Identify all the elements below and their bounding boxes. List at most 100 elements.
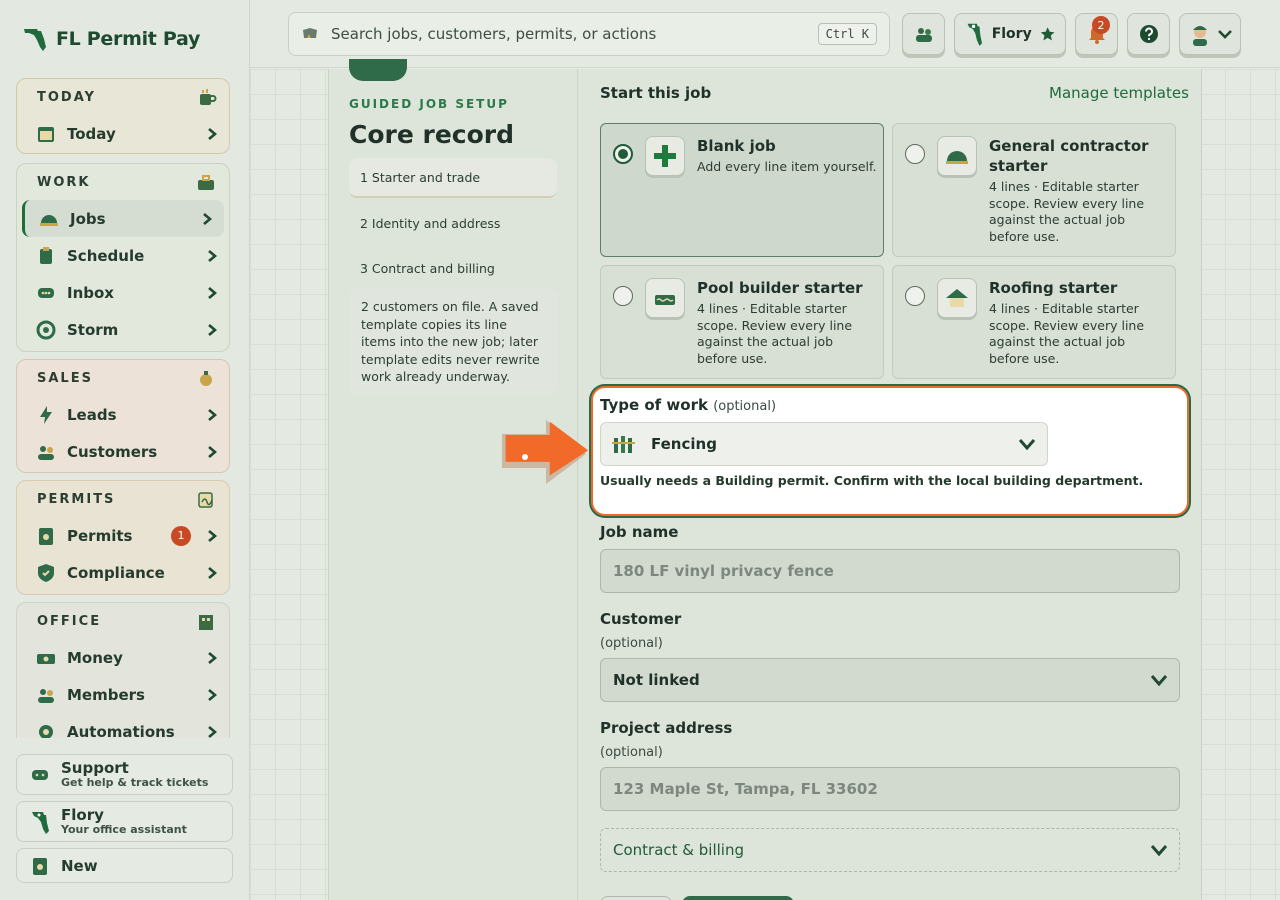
address-input[interactable] bbox=[600, 767, 1180, 811]
quick-actions-button[interactable] bbox=[902, 13, 945, 55]
card-title: Roofing starter bbox=[989, 279, 1118, 297]
sidebar-item-permits[interactable]: Permits 1 bbox=[17, 517, 229, 554]
step-contract-and-billing[interactable]: 3 Contract and billing bbox=[349, 248, 557, 288]
coffee-icon bbox=[200, 89, 217, 105]
card-title: Blank job bbox=[697, 137, 776, 155]
permits-count-badge: 1 bbox=[171, 525, 191, 546]
starter-card-roofing[interactable]: Roofing starter 4 lines · Editable start… bbox=[892, 265, 1176, 379]
lightning-icon bbox=[40, 405, 52, 424]
notification-count-badge: 2 bbox=[1092, 16, 1110, 34]
star-icon bbox=[1040, 27, 1055, 41]
setup-eyebrow: GUIDED JOB SETUP bbox=[349, 97, 509, 111]
building-icon bbox=[199, 615, 213, 630]
sidebar-item-automations[interactable]: Automations bbox=[17, 713, 229, 738]
back-button[interactable] bbox=[600, 896, 672, 900]
card-description: Add every line item yourself. bbox=[697, 159, 877, 174]
customer-optional: (optional) bbox=[600, 636, 663, 651]
sidebar-item-label: Automations bbox=[67, 722, 175, 739]
sidebar-item-customers[interactable]: Customers bbox=[17, 433, 229, 470]
search-icon bbox=[303, 28, 317, 38]
chevron-right-icon bbox=[208, 445, 217, 458]
chevron-down-icon bbox=[1151, 845, 1167, 856]
brand[interactable]: FL Permit Pay bbox=[22, 24, 200, 54]
starter-card-blank[interactable]: Blank job Add every line item yourself. bbox=[600, 123, 884, 257]
radio-blank-job[interactable] bbox=[613, 144, 633, 164]
nav-group-today: TODAY Today bbox=[16, 78, 230, 154]
sidebar-item-compliance[interactable]: Compliance bbox=[17, 554, 229, 591]
new-doc-icon bbox=[33, 857, 47, 875]
continue-button[interactable] bbox=[682, 896, 794, 900]
support-title: Support bbox=[61, 759, 129, 777]
group-title: PERMITS bbox=[37, 491, 116, 507]
radio-general-contractor[interactable] bbox=[905, 144, 925, 164]
sidebar-item-schedule[interactable]: Schedule bbox=[17, 237, 229, 274]
help-button[interactable] bbox=[1127, 13, 1170, 55]
search-input[interactable] bbox=[331, 25, 806, 43]
sidebar-item-leads[interactable]: Leads bbox=[17, 396, 229, 433]
sidebar-item-label: Money bbox=[67, 648, 123, 667]
sidebar-item-label: Inbox bbox=[67, 283, 114, 302]
account-menu-button[interactable] bbox=[1179, 13, 1241, 55]
panel-tab-marker bbox=[349, 59, 407, 81]
people-icon bbox=[915, 28, 932, 42]
card-title: Pool builder starter bbox=[697, 279, 863, 297]
sidebar-item-members[interactable]: Members bbox=[17, 676, 229, 713]
radio-roofing[interactable] bbox=[905, 286, 925, 306]
support-chat-icon bbox=[32, 769, 48, 780]
customer-label: Customer bbox=[600, 610, 682, 628]
type-of-work-value: Fencing bbox=[651, 435, 717, 453]
people-icon bbox=[38, 445, 54, 460]
nav-group-permits: PERMITS Permits 1 Compliance bbox=[16, 480, 230, 595]
flory-assistant-button[interactable]: Flory Your office assistant bbox=[16, 801, 233, 842]
topbar: Ctrl K Flory 2 bbox=[250, 0, 1280, 68]
chevron-right-icon bbox=[208, 249, 217, 262]
new-title: New bbox=[61, 856, 98, 875]
sidebar-item-storm[interactable]: Storm bbox=[17, 311, 229, 348]
global-search[interactable]: Ctrl K bbox=[288, 12, 890, 56]
hardhat-icon bbox=[937, 136, 977, 176]
sidebar-item-label: Customers bbox=[67, 442, 158, 461]
search-shortcut: Ctrl K bbox=[817, 23, 877, 45]
starter-card-general-contractor[interactable]: General contractor starter 4 lines · Edi… bbox=[892, 123, 1176, 257]
radio-pool-builder[interactable] bbox=[613, 286, 633, 306]
sidebar-item-label: Leads bbox=[67, 405, 117, 424]
step-identity-and-address[interactable]: 2 Identity and address bbox=[349, 203, 557, 243]
sidebar-item-label: Compliance bbox=[67, 563, 165, 582]
notifications-button[interactable]: 2 bbox=[1075, 13, 1118, 55]
support-subtitle: Get help & track tickets bbox=[61, 776, 209, 789]
setup-note: 2 customers on file. A saved template co… bbox=[349, 288, 557, 396]
chevron-down-icon bbox=[1218, 30, 1232, 39]
money-bag-icon bbox=[200, 371, 212, 386]
starter-card-pool-builder[interactable]: Pool builder starter 4 lines · Editable … bbox=[600, 265, 884, 379]
type-of-work-select[interactable]: Fencing bbox=[600, 422, 1048, 466]
signature-icon bbox=[198, 492, 213, 508]
job-name-input[interactable] bbox=[600, 549, 1180, 593]
sidebar-item-today[interactable]: Today bbox=[17, 115, 229, 152]
sidebar-item-jobs[interactable]: Jobs bbox=[22, 200, 224, 237]
sidebar-item-inbox[interactable]: Inbox bbox=[17, 274, 229, 311]
sidebar-item-label: Members bbox=[67, 685, 145, 704]
step-starter-and-trade[interactable]: 1 Starter and trade bbox=[349, 158, 557, 198]
flory-label: Flory bbox=[991, 26, 1032, 42]
card-description: 4 lines · Editable starter scope. Review… bbox=[697, 301, 853, 366]
chevron-right-icon bbox=[208, 651, 217, 664]
new-button[interactable]: New bbox=[16, 848, 233, 883]
flory-button[interactable]: Flory bbox=[954, 13, 1066, 55]
card-description: 4 lines · Editable starter scope. Review… bbox=[989, 179, 1145, 244]
sidebar-item-money[interactable]: Money bbox=[17, 639, 229, 676]
brand-name: FL Permit Pay bbox=[56, 28, 201, 50]
help-icon bbox=[1139, 25, 1158, 43]
chevron-down-icon bbox=[1151, 675, 1167, 686]
nav-group-sales: SALES Leads Customers bbox=[16, 359, 230, 473]
customer-select[interactable]: Not linked bbox=[600, 658, 1180, 702]
house-roof-icon bbox=[937, 278, 977, 318]
chevron-right-icon bbox=[208, 323, 217, 336]
type-of-work-label: Type of work (optional) bbox=[600, 396, 776, 414]
shield-icon bbox=[38, 563, 54, 582]
support-button[interactable]: Support Get help & track tickets bbox=[16, 754, 233, 795]
nav-group-office: OFFICE Money Members Automations bbox=[16, 602, 230, 738]
manage-templates-link[interactable]: Manage templates bbox=[1049, 84, 1189, 102]
customer-value: Not linked bbox=[613, 671, 700, 689]
optional-marker: (optional) bbox=[713, 399, 777, 414]
contract-billing-toggle[interactable]: Contract & billing bbox=[600, 828, 1180, 872]
